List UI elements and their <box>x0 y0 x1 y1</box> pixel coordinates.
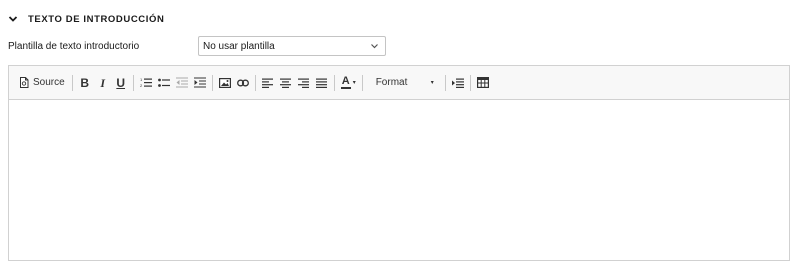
font-color-button[interactable]: A ▾ <box>338 73 359 93</box>
chevron-down-icon <box>8 16 18 22</box>
align-left-icon <box>262 78 274 88</box>
toolbar-separator <box>361 74 363 91</box>
blockquote-button[interactable] <box>449 73 467 93</box>
align-right-button[interactable] <box>295 73 313 93</box>
toolbar-separator <box>444 74 446 91</box>
bold-icon: B <box>80 75 90 90</box>
format-label: Format <box>375 77 408 88</box>
source-button[interactable]: Source <box>17 73 69 93</box>
insert-image-button[interactable] <box>216 73 234 93</box>
justify-icon <box>316 78 328 88</box>
indent-icon <box>193 77 206 88</box>
toolbar-separator <box>132 74 134 91</box>
section-toggle-intro-text[interactable]: TEXTO DE INTRODUCCIÓN <box>8 11 164 27</box>
blockquote-icon <box>451 78 464 88</box>
image-icon <box>218 77 231 88</box>
indent-button[interactable] <box>191 73 209 93</box>
insert-table-button[interactable] <box>474 73 492 93</box>
source-icon <box>20 77 29 88</box>
toolbar-separator <box>469 74 471 91</box>
justify-button[interactable] <box>313 73 331 93</box>
numbered-list-button[interactable]: 1 2 <box>137 73 155 93</box>
toolbar-separator <box>333 74 335 91</box>
align-right-icon <box>298 78 310 88</box>
section-title: TEXTO DE INTRODUCCIÓN <box>28 13 165 25</box>
italic-icon: I <box>100 75 106 90</box>
svg-text:1: 1 <box>140 77 143 82</box>
template-select[interactable]: No usar plantilla <box>198 36 386 56</box>
align-left-button[interactable] <box>259 73 277 93</box>
italic-button[interactable]: I <box>94 73 112 93</box>
editor-toolbar: Source B I U 1 2 A ▾ Format ▾ <box>9 66 789 100</box>
toolbar-separator <box>211 74 213 91</box>
outdent-button[interactable] <box>173 73 191 93</box>
align-center-icon <box>280 78 292 88</box>
numbered-list-icon: 1 2 <box>140 77 152 88</box>
toolbar-separator <box>254 74 256 91</box>
svg-text:2: 2 <box>140 83 143 88</box>
caret-down-icon: ▾ <box>430 80 434 86</box>
rich-text-editor: Source B I U 1 2 A ▾ Format ▾ <box>8 65 790 261</box>
caret-down-icon: ▾ <box>352 80 356 86</box>
outdent-icon <box>175 77 188 88</box>
bulleted-list-button[interactable] <box>155 73 173 93</box>
bulleted-list-icon <box>157 78 170 87</box>
font-color-icon: A <box>340 75 351 89</box>
bold-button[interactable]: B <box>76 73 94 93</box>
underline-button[interactable]: U <box>112 73 130 93</box>
format-dropdown[interactable]: Format ▾ <box>368 73 440 93</box>
toolbar-separator <box>71 74 73 91</box>
align-center-button[interactable] <box>277 73 295 93</box>
template-select-value: No usar plantilla <box>203 40 275 52</box>
table-icon <box>476 77 489 88</box>
chevron-down-icon <box>371 44 378 49</box>
underline-icon: U <box>116 75 126 90</box>
template-field-label: Plantilla de texto introductorio <box>8 41 140 52</box>
insert-link-button[interactable] <box>234 73 252 93</box>
source-label: Source <box>33 77 65 88</box>
editor-content-area[interactable] <box>9 100 789 260</box>
link-icon <box>236 79 249 86</box>
